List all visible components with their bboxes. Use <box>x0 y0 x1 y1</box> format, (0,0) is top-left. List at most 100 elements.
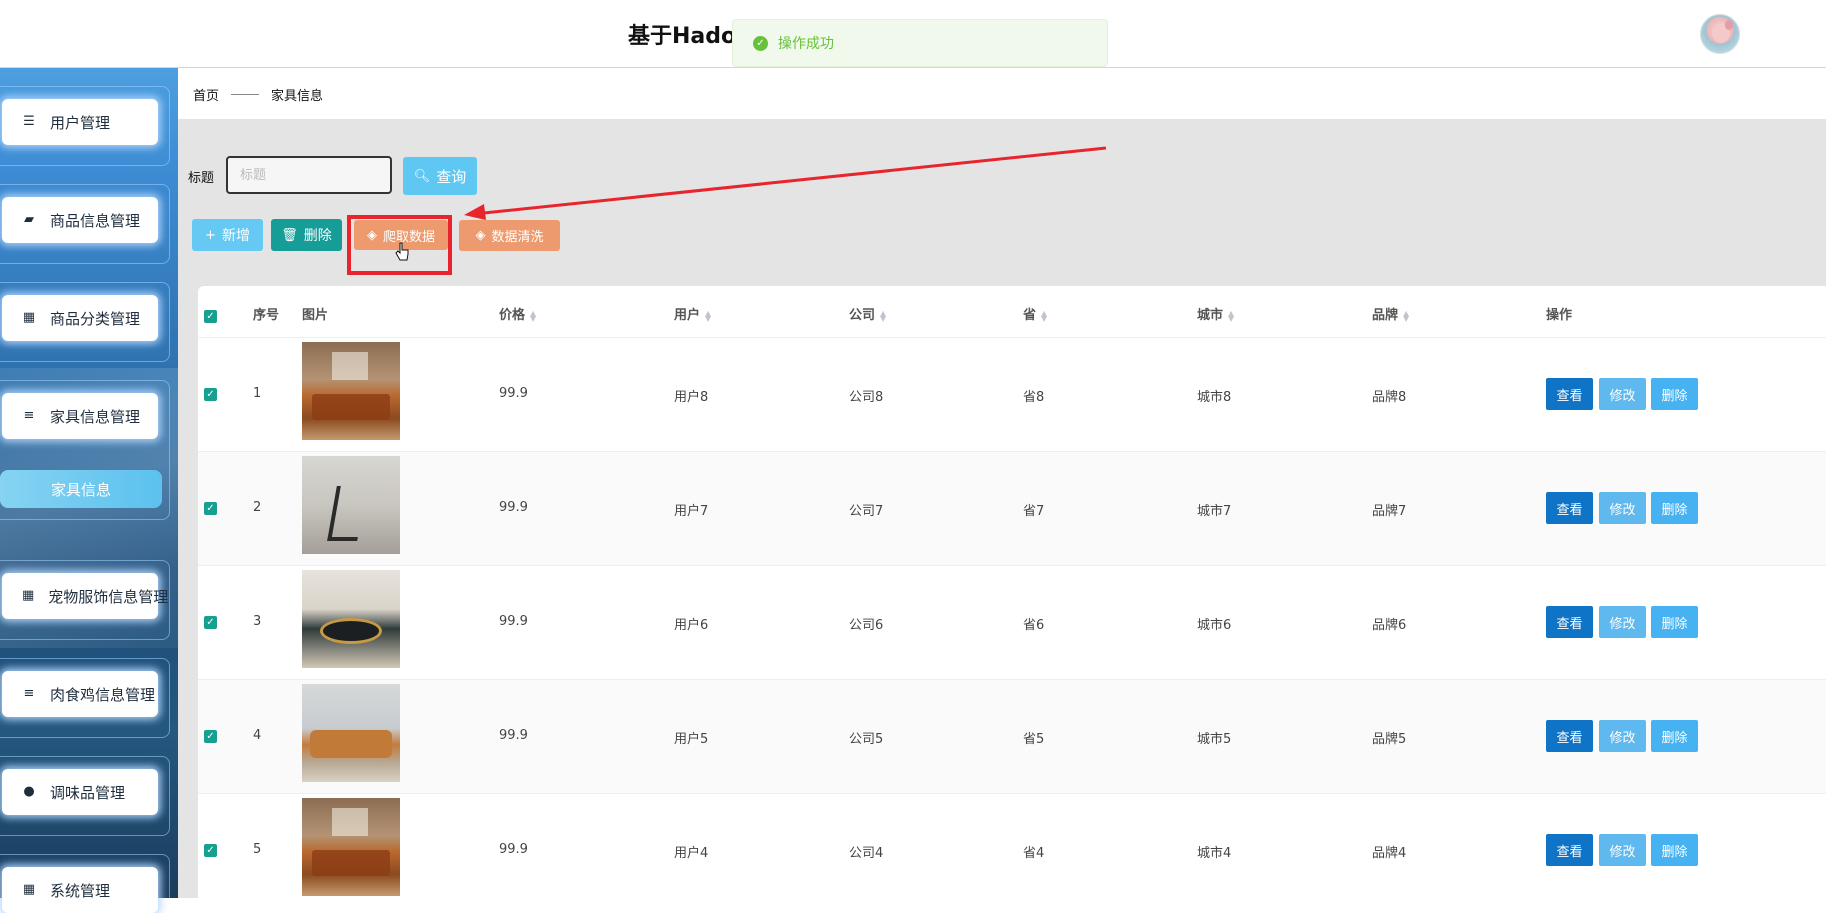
sidebar-item-product-info[interactable]: ▰ 商品信息管理 <box>2 197 158 243</box>
furniture-image[interactable] <box>302 684 400 782</box>
column-header-city[interactable]: 城市 ▲ ▼ <box>1197 304 1234 323</box>
row-price: 99.9 <box>499 614 528 629</box>
sidebar-item-label: 家具信息管理 <box>50 407 141 426</box>
layers-icon: ◈ <box>475 228 486 243</box>
search-label: 标题 <box>188 171 215 186</box>
sidebar-item-system[interactable]: ▦ 系统管理 <box>2 867 158 913</box>
clean-button-label: 数据清洗 <box>491 230 544 245</box>
sliders-icon: ☰ <box>23 114 35 129</box>
sidebar-item-label: 宠物服饰信息管理 <box>48 587 169 606</box>
row-index: 5 <box>253 842 262 857</box>
add-button[interactable]: + 新增 <box>192 219 263 251</box>
furniture-image[interactable] <box>302 570 400 668</box>
sidebar-item-seasoning[interactable]: ● 调味品管理 <box>2 769 158 815</box>
sidebar-item-broiler[interactable]: ≡ 肉食鸡信息管理 <box>2 671 158 717</box>
title-search-input[interactable] <box>226 156 392 194</box>
row-brand: 品牌6 <box>1372 618 1407 633</box>
column-header-index: 序号 <box>253 308 280 323</box>
trash-icon: 🗑︎ <box>281 227 298 243</box>
row-user: 用户7 <box>674 504 709 519</box>
row-city: 城市8 <box>1197 390 1232 405</box>
row-user: 用户8 <box>674 390 709 405</box>
image-detail <box>332 352 368 380</box>
sidebar-item-label: 用户管理 <box>50 113 111 132</box>
grid-icon: ▦ <box>22 310 36 325</box>
column-header-brand[interactable]: 品牌 ▲ ▼ <box>1372 304 1409 323</box>
edit-button[interactable]: 修改 <box>1599 720 1646 752</box>
delete-row-button[interactable]: 删除 <box>1651 834 1698 866</box>
image-detail <box>312 850 390 876</box>
image-detail <box>327 486 367 541</box>
row-brand: 品牌8 <box>1372 390 1407 405</box>
edit-button[interactable]: 修改 <box>1599 606 1646 638</box>
avatar[interactable] <box>1700 14 1740 54</box>
sort-icon[interactable]: ▲ ▼ <box>1041 309 1047 322</box>
sidebar-item-user-management[interactable]: ☰ 用户管理 <box>2 99 158 145</box>
list-icon: ≡ <box>23 408 35 423</box>
row-checkbox[interactable]: ✓ <box>204 616 217 629</box>
view-button[interactable]: 查看 <box>1546 834 1593 866</box>
row-company: 公司7 <box>849 504 884 519</box>
table-row: ✓ 5 99.9 用户4 公司4 省4 城市4 品牌4 查看 修改 删除 <box>198 794 1826 898</box>
row-province: 省8 <box>1023 390 1045 405</box>
column-header-label: 公司 <box>849 308 876 323</box>
plus-icon: + <box>205 227 216 243</box>
bulb-icon: ● <box>23 784 35 799</box>
column-header-label: 价格 <box>499 308 526 323</box>
row-checkbox[interactable]: ✓ <box>204 844 217 857</box>
breadcrumb-separator <box>231 93 260 95</box>
sidebar-item-product-category[interactable]: ▦ 商品分类管理 <box>2 295 158 341</box>
row-brand: 品牌4 <box>1372 846 1407 861</box>
batch-delete-button[interactable]: 🗑︎ 删除 <box>271 219 342 251</box>
avatar-ear <box>1725 20 1733 30</box>
breadcrumb: 首页 家具信息 <box>178 69 1826 119</box>
view-button[interactable]: 查看 <box>1546 606 1593 638</box>
image-detail <box>332 808 368 836</box>
column-header-label: 用户 <box>674 308 701 323</box>
furniture-image[interactable] <box>302 456 400 554</box>
column-header-company[interactable]: 公司 ▲ ▼ <box>849 304 886 323</box>
furniture-image[interactable] <box>302 798 400 896</box>
edit-button[interactable]: 修改 <box>1599 834 1646 866</box>
row-price: 99.9 <box>499 728 528 743</box>
view-button[interactable]: 查看 <box>1546 492 1593 524</box>
column-header-label: 省 <box>1023 308 1037 323</box>
delete-row-button[interactable]: 删除 <box>1651 378 1698 410</box>
sort-icon[interactable]: ▲ ▼ <box>530 309 536 322</box>
row-checkbox[interactable]: ✓ <box>204 502 217 515</box>
sidebar-item-furniture-management[interactable]: ≡ 家具信息管理 <box>2 393 158 439</box>
sidebar-subitem-furniture-info[interactable]: 家具信息 <box>0 470 162 508</box>
view-button[interactable]: 查看 <box>1546 378 1593 410</box>
edit-button[interactable]: 修改 <box>1599 492 1646 524</box>
row-price: 99.9 <box>499 386 528 401</box>
row-city: 城市5 <box>1197 732 1232 747</box>
row-user: 用户6 <box>674 618 709 633</box>
breadcrumb-current: 家具信息 <box>271 88 324 104</box>
view-button[interactable]: 查看 <box>1546 720 1593 752</box>
image-detail <box>312 394 390 420</box>
delete-row-button[interactable]: 删除 <box>1651 492 1698 524</box>
hand-cursor-icon <box>395 242 409 261</box>
breadcrumb-home[interactable]: 首页 <box>193 85 219 104</box>
success-toast: ✓ 操作成功 <box>732 19 1108 67</box>
sort-icon[interactable]: ▲ ▼ <box>1403 309 1409 322</box>
select-all-checkbox[interactable]: ✓ <box>204 310 217 323</box>
row-checkbox[interactable]: ✓ <box>204 388 217 401</box>
column-header-actions: 操作 <box>1546 308 1573 323</box>
column-header-price[interactable]: 价格 ▲ ▼ <box>499 304 536 323</box>
edit-button[interactable]: 修改 <box>1599 378 1646 410</box>
sort-icon[interactable]: ▲ ▼ <box>880 309 886 322</box>
sort-icon[interactable]: ▲ ▼ <box>1228 309 1234 322</box>
delete-row-button[interactable]: 删除 <box>1651 606 1698 638</box>
column-header-user[interactable]: 用户 ▲ ▼ <box>674 304 711 323</box>
delete-row-button[interactable]: 删除 <box>1651 720 1698 752</box>
clean-data-button[interactable]: ◈ 数据清洗 <box>459 220 560 251</box>
furniture-image[interactable] <box>302 342 400 440</box>
sidebar-item-pet-clothing[interactable]: ▦ 宠物服饰信息管理 <box>2 573 168 619</box>
row-province: 省6 <box>1023 618 1045 633</box>
image-detail <box>320 618 382 644</box>
sort-icon[interactable]: ▲ ▼ <box>705 309 711 322</box>
row-checkbox[interactable]: ✓ <box>204 730 217 743</box>
table-row: ✓ 3 99.9 用户6 公司6 省6 城市6 品牌6 查看 修改 删除 <box>198 566 1826 680</box>
column-header-province[interactable]: 省 ▲ ▼ <box>1023 304 1047 323</box>
